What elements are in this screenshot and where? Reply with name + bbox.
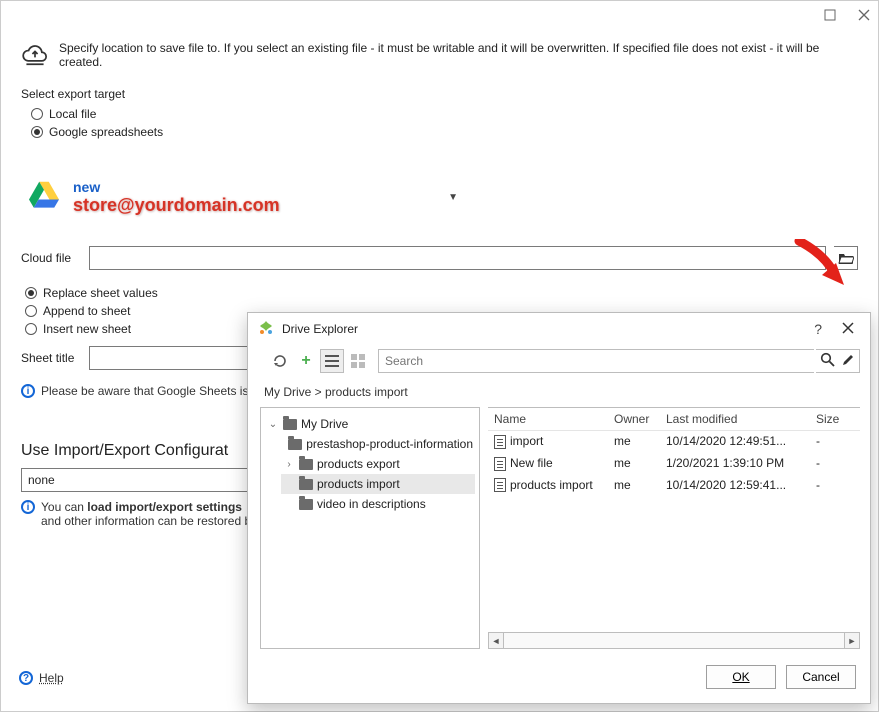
tree-item[interactable]: › products export — [281, 454, 475, 474]
account-email: store@yourdomain.com — [73, 195, 280, 216]
file-icon — [494, 457, 506, 471]
window-close-icon[interactable] — [856, 7, 872, 23]
scroll-left-icon[interactable]: ◄ — [488, 633, 504, 648]
tree-item-my-drive[interactable]: ⌄ My Drive — [265, 414, 475, 434]
tree-item[interactable]: prestashop-product-information — [281, 434, 475, 454]
col-owner[interactable]: Owner — [608, 408, 660, 430]
radio-append-label: Append to sheet — [43, 304, 130, 318]
refresh-button[interactable] — [268, 349, 292, 373]
folder-icon — [283, 419, 297, 430]
info-icon: i — [21, 384, 35, 398]
window-maximize-icon[interactable] — [822, 7, 838, 23]
sheets-warning-text: Please be aware that Google Sheets is l — [41, 384, 254, 398]
view-list-button[interactable] — [320, 349, 344, 373]
google-drive-icon — [27, 179, 61, 212]
chevron-right-icon[interactable]: › — [283, 459, 295, 470]
folder-icon — [288, 439, 302, 450]
folder-icon — [299, 479, 313, 490]
breadcrumb[interactable]: My Drive > products import — [248, 381, 870, 407]
help-link[interactable]: ? Help — [19, 671, 64, 685]
drive-explorer-app-icon — [258, 320, 274, 339]
sheet-title-label: Sheet title — [21, 351, 81, 365]
search-icon[interactable] — [820, 352, 835, 370]
add-button[interactable]: + — [294, 349, 318, 373]
account-name: new — [73, 179, 280, 195]
drive-explorer-dialog: Drive Explorer ? + My Drive > products i… — [247, 312, 871, 704]
tree-item[interactable]: video in descriptions — [281, 494, 475, 514]
radio-google-spreadsheets[interactable]: Google spreadsheets — [31, 123, 858, 141]
cloud-file-input[interactable] — [89, 246, 826, 270]
info-icon: i — [21, 500, 35, 514]
file-list: Name Owner Last modified Size import me … — [488, 407, 860, 649]
folder-tree: ⌄ My Drive prestashop-product-informatio… — [260, 407, 480, 649]
col-size[interactable]: Size — [810, 408, 860, 430]
file-icon — [494, 478, 506, 492]
dialog-close-button[interactable] — [836, 319, 860, 339]
cloud-file-label: Cloud file — [21, 251, 81, 265]
file-row[interactable]: products import me 10/14/2020 12:59:41..… — [488, 475, 860, 497]
radio-replace-sheet[interactable]: Replace sheet values — [25, 284, 858, 302]
search-input[interactable] — [378, 349, 814, 373]
account-dropdown-icon[interactable]: ▼ — [448, 192, 458, 203]
radio-local-file[interactable]: Local file — [31, 105, 858, 123]
edit-search-icon[interactable] — [841, 353, 855, 370]
sheet-title-input[interactable] — [89, 346, 258, 370]
scroll-right-icon[interactable]: ► — [844, 633, 860, 648]
ok-button[interactable]: OK — [706, 665, 776, 689]
cancel-button[interactable]: Cancel — [786, 665, 856, 689]
location-hint-text: Specify location to save file to. If you… — [59, 41, 858, 69]
drive-explorer-title: Drive Explorer — [282, 322, 358, 336]
file-row[interactable]: New file me 1/20/2021 1:39:10 PM - — [488, 453, 860, 475]
view-grid-button[interactable] — [346, 349, 370, 373]
file-row[interactable]: import me 10/14/2020 12:49:51... - — [488, 431, 860, 453]
file-icon — [494, 435, 506, 449]
folder-icon — [299, 499, 313, 510]
tree-item-selected[interactable]: products import — [281, 474, 475, 494]
config-tip-text: You can load import/export settings and … — [41, 500, 257, 528]
col-modified[interactable]: Last modified — [660, 408, 810, 430]
cloud-upload-icon — [21, 42, 49, 69]
select-export-target-label: Select export target — [21, 87, 858, 101]
radio-insert-label: Insert new sheet — [43, 322, 131, 336]
radio-local-file-label: Local file — [49, 107, 96, 121]
config-dropdown[interactable]: none — [21, 468, 261, 492]
google-account-selector[interactable]: new store@yourdomain.com ▼ — [27, 179, 858, 216]
col-name[interactable]: Name — [488, 408, 608, 430]
radio-replace-label: Replace sheet values — [43, 286, 158, 300]
help-icon: ? — [19, 671, 33, 685]
horizontal-scrollbar[interactable]: ◄ ► — [488, 632, 860, 648]
folder-icon — [299, 459, 313, 470]
browse-cloud-file-button[interactable] — [834, 246, 858, 270]
radio-google-label: Google spreadsheets — [49, 125, 163, 139]
dialog-help-button[interactable]: ? — [808, 319, 828, 339]
chevron-down-icon[interactable]: ⌄ — [267, 419, 279, 430]
